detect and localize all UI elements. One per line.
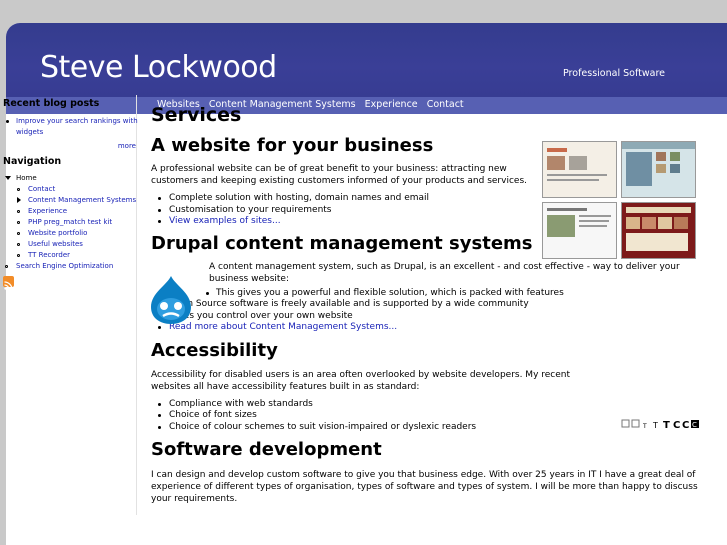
bullet-icon [158,425,161,429]
accessibility-controls[interactable]: T T T C C C [621,418,701,432]
ring-bullet-icon [17,254,20,257]
site-thumbnail[interactable] [542,141,617,198]
ring-bullet-icon [17,221,20,224]
font-large-icon: T [663,420,670,430]
page-title: Services [151,104,242,126]
ring-bullet-icon [17,188,20,191]
list-item: Compliance with web standards [151,399,711,411]
nav-item-php[interactable]: PHP preg_match test kit [3,217,139,228]
font-size-and-colour-icon[interactable]: T T T C C C [621,418,701,431]
drupal-intro: A content management system, such as Dru… [209,261,680,284]
site-examples-gallery[interactable] [542,141,696,259]
site-thumbnail[interactable] [621,141,696,198]
svg-text:C: C [682,420,689,430]
ring-bullet-icon [5,265,8,268]
website-intro: A professional website can be of great b… [151,164,527,186]
nav-item-experience[interactable]: Experience [3,206,139,217]
bullet-icon [158,402,161,406]
font-small-icon: T [642,423,647,430]
rss-feed-icon[interactable] [3,276,14,290]
cms-read-more-link[interactable]: Read more about Content Management Syste… [151,322,711,334]
navigation-heading: Navigation [3,156,62,167]
nav-item-home[interactable]: Home [3,173,139,184]
bullet-icon [6,120,9,123]
nav-item-seo[interactable]: Search Engine Optimization [3,261,139,272]
blog-post-link[interactable]: Improve your search rankings with widget… [3,116,139,138]
blog-heading: Recent blog posts [3,98,100,109]
bullet-icon [158,197,161,200]
software-heading: Software development [151,439,382,460]
software-intro: I can design and develop custom software… [151,470,698,504]
nav-item-contact[interactable]: Contact [3,184,139,195]
site-slogan: Professional Software [563,68,665,79]
bullet-icon [158,220,161,223]
bullet-icon [206,291,209,295]
ring-bullet-icon [17,210,20,213]
site-thumbnail[interactable] [621,202,696,259]
drupal-drop-icon [149,275,193,325]
list-item: Open Source software is freely available… [151,299,711,311]
site-name[interactable]: Steve Lockwood [40,50,277,85]
nav-item-cms[interactable]: Content Management Systems [3,195,139,206]
ring-bullet-icon [17,232,20,235]
site-thumbnail[interactable] [542,202,617,259]
font-medium-icon: T [652,421,658,430]
more-link[interactable]: more [3,142,136,150]
nav-item-useful[interactable]: Useful websites [3,239,139,250]
list-item: This gives you a powerful and flexible s… [151,288,711,300]
site-header: Steve Lockwood Professional Software [6,23,727,97]
bullet-icon [158,414,161,417]
ring-bullet-icon [17,243,20,246]
nav-item-tt-recorder[interactable]: TT Recorder [3,250,139,261]
collapsed-arrow-icon [17,197,21,203]
sidebar: Recent blog posts Improve your search ra… [3,98,139,290]
nav-item-portfolio[interactable]: Website portfolio [3,228,139,239]
list-item: Gives you control over your own website [151,311,711,323]
accessibility-heading: Accessibility [151,339,278,361]
bullet-icon [158,326,161,329]
expanded-arrow-icon [5,176,11,180]
svg-text:C: C [673,420,680,430]
svg-text:C: C [692,421,697,429]
accessibility-intro: Accessibility for disabled users is an a… [151,369,571,392]
bullet-icon [158,208,161,212]
